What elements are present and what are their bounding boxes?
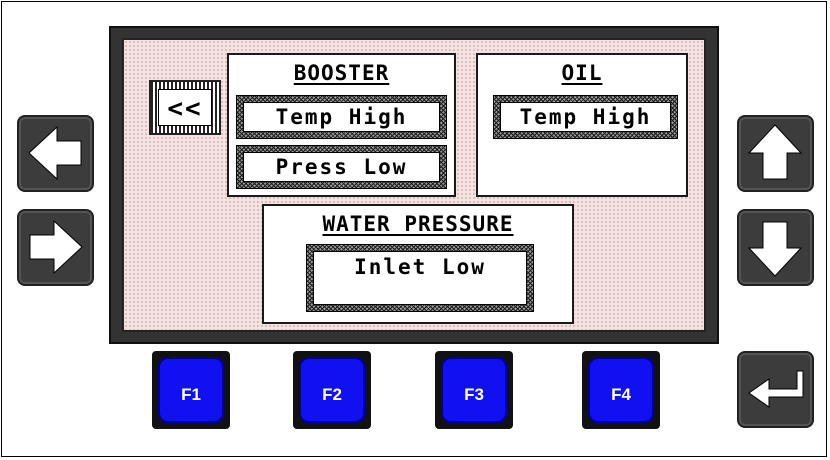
booster-alarm-temp-label: Temp High <box>275 105 408 129</box>
arrow-up-icon <box>747 124 803 180</box>
oil-title: OIL <box>561 61 603 85</box>
water-pressure-panel: WATER PRESSURE Inlet Low <box>262 204 574 324</box>
f1-key[interactable]: F1 <box>152 351 230 429</box>
f1-label: F1 <box>181 385 201 404</box>
down-arrow-button[interactable] <box>737 209 814 286</box>
arrow-right-icon <box>29 219 83 275</box>
display-bezel: << BOOSTER Temp High Press Low OIL Temp … <box>109 26 719 344</box>
f2-key[interactable]: F2 <box>293 351 371 429</box>
back-label: << <box>158 89 212 126</box>
arrow-down-icon <box>747 221 803 277</box>
f4-key[interactable]: F4 <box>582 351 660 429</box>
oil-alarm-temp-label: Temp High <box>519 105 652 129</box>
booster-panel: BOOSTER Temp High Press Low <box>227 53 456 197</box>
water-pressure-title: WATER PRESSURE <box>322 212 514 236</box>
lcd-screen: << BOOSTER Temp High Press Low OIL Temp … <box>122 38 706 332</box>
booster-alarm-temp[interactable]: Temp High <box>236 95 447 139</box>
f3-key[interactable]: F3 <box>435 351 513 429</box>
arrow-left-icon <box>28 125 82 181</box>
booster-title: BOOSTER <box>293 61 390 85</box>
left-arrow-button[interactable] <box>17 115 94 192</box>
f3-label: F3 <box>464 385 484 404</box>
right-arrow-button[interactable] <box>17 209 94 286</box>
enter-icon <box>748 370 804 408</box>
water-alarm-inlet-label: Inlet Low <box>354 255 486 279</box>
enter-button[interactable] <box>737 351 814 428</box>
booster-alarm-press[interactable]: Press Low <box>236 145 447 189</box>
back-button[interactable]: << <box>149 80 221 135</box>
water-alarm-inlet[interactable]: Inlet Low <box>306 244 534 312</box>
booster-alarm-press-label: Press Low <box>275 155 408 179</box>
up-arrow-button[interactable] <box>737 115 814 192</box>
f2-label: F2 <box>322 385 342 404</box>
f4-label: F4 <box>611 385 631 404</box>
oil-alarm-temp[interactable]: Temp High <box>493 95 678 139</box>
oil-panel: OIL Temp High <box>476 53 688 197</box>
hmi-panel: << BOOSTER Temp High Press Low OIL Temp … <box>1 1 827 457</box>
